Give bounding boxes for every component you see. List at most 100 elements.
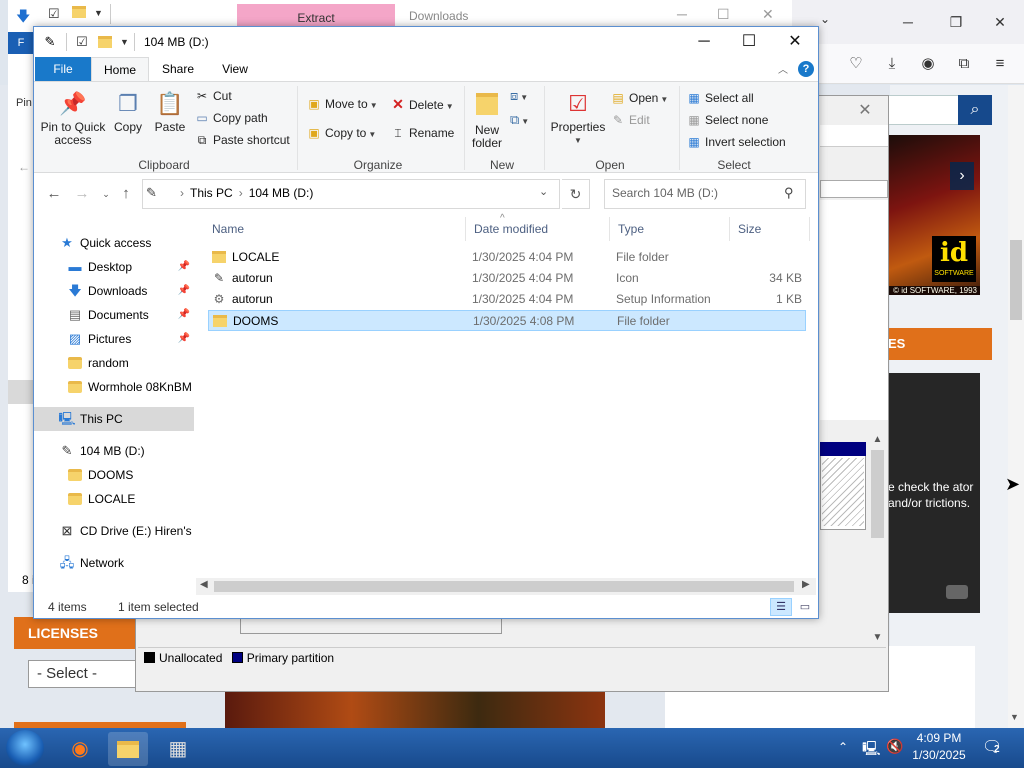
rename-button[interactable]: ⌶ Rename (390, 123, 454, 143)
nav-drive-d[interactable]: ✎ 104 MB (D:) (34, 439, 194, 463)
website-search-button[interactable]: ⌕ (958, 95, 992, 125)
menu-icon[interactable]: ≡ (990, 54, 1010, 74)
scroll-up-icon[interactable]: ▲ (869, 432, 886, 448)
search-icon[interactable]: ⚲ (784, 185, 794, 201)
pin-to-quick-access-button[interactable]: 📌 Pin to Quick access (40, 90, 106, 147)
minimize-button[interactable]: ─ (681, 27, 727, 57)
easy-access-icon[interactable]: ⧉ ▼ (510, 112, 529, 128)
ribbon-collapse-icon[interactable]: ︿ (778, 61, 788, 76)
start-button[interactable] (6, 730, 44, 766)
downloads-pin-label[interactable]: Pin (16, 97, 32, 109)
browser-minimize-button[interactable]: ─ (898, 12, 918, 32)
column-type[interactable]: Type (610, 217, 730, 241)
delete-button[interactable]: ✕ Delete ▼ (390, 94, 453, 114)
firefox-icon[interactable]: ◉ (60, 732, 100, 766)
game-screenshot-image[interactable] (225, 692, 605, 728)
paste-button[interactable]: 📋 Paste (152, 90, 188, 134)
clock-time[interactable]: 4:09 PM (906, 731, 972, 745)
refresh-button[interactable]: ↻ (562, 179, 590, 209)
up-arrow-icon[interactable]: ↑ (116, 184, 136, 204)
column-name[interactable]: Name (204, 217, 466, 241)
edit-button[interactable]: ✎ Edit (610, 110, 650, 130)
copy-to-button[interactable]: ▣ Copy to ▼ (306, 123, 376, 143)
column-size[interactable]: Size (730, 217, 810, 241)
nav-downloads[interactable]: 🡇 Downloads 📌 (34, 279, 194, 303)
pin-icon[interactable]: 📌 (178, 303, 190, 327)
browser-close-button[interactable]: ✕ (990, 12, 1010, 32)
file-row[interactable]: ⚙ autorun 1/30/2025 4:04 PM Setup Inform… (208, 289, 806, 310)
horizontal-scrollbar[interactable]: ◀ ▶ (196, 578, 816, 595)
pin-icon[interactable]: 📌 (178, 327, 190, 351)
network-tray-icon[interactable]: 🖳 (862, 738, 881, 762)
maximize-button[interactable]: ☐ (726, 27, 772, 57)
nav-network[interactable]: 🖧 Network (34, 551, 194, 575)
forward-arrow-icon[interactable]: → (72, 184, 92, 204)
address-dropdown-icon[interactable]: ⌄ (539, 185, 548, 198)
page-scroll-thumb[interactable] (1010, 240, 1022, 320)
clock-date[interactable]: 1/30/2025 (906, 748, 972, 762)
disk-map-scroll-thumb[interactable] (871, 450, 884, 538)
file-explorer-icon[interactable] (108, 732, 148, 766)
scroll-right-icon[interactable]: ▶ (802, 579, 810, 590)
file-row[interactable]: LOCALE 1/30/2025 4:04 PM File folder (208, 247, 806, 268)
details-view-icon[interactable]: ☰ (770, 598, 792, 616)
back-arrow-icon[interactable]: ← (18, 160, 30, 174)
tab-share[interactable]: Share (149, 57, 207, 81)
disk-management-close-icon[interactable]: ✕ (850, 100, 880, 122)
qat-dropdown-icon[interactable]: ▼ (120, 37, 129, 47)
downloads-minimize-icon[interactable]: ─ (677, 6, 687, 22)
nav-quick-access[interactable]: ★ Quick access (34, 231, 194, 255)
copy-button[interactable]: ❐ Copy (110, 90, 146, 134)
paste-shortcut-button[interactable]: ⧉ Paste shortcut (194, 130, 290, 150)
properties-check-icon[interactable]: ☑ (48, 6, 60, 22)
copy-path-button[interactable]: ▭ Copy path (194, 108, 267, 128)
account-icon[interactable]: ◉ (918, 54, 938, 74)
select-all-button[interactable]: ▦ Select all (686, 88, 753, 108)
new-folder-button[interactable]: New folder (468, 90, 506, 150)
extensions-icon[interactable]: ⧉ (954, 54, 974, 74)
tab-list-chevron-icon[interactable]: ⌄ (820, 12, 830, 26)
invert-selection-button[interactable]: ▦ Invert selection (686, 132, 785, 152)
show-hidden-icons-icon[interactable]: ⌃ (838, 740, 848, 754)
move-to-button[interactable]: ▣ Move to ▼ (306, 94, 377, 114)
installer-icon[interactable]: ▦ (158, 732, 198, 766)
scroll-down-icon[interactable]: ▼ (869, 630, 886, 646)
pocket-icon[interactable]: ♡ (846, 54, 866, 74)
downloads-maximize-icon[interactable]: ☐ (717, 6, 730, 23)
nav-desktop[interactable]: ▬ Desktop 📌 (34, 255, 194, 279)
new-folder-icon[interactable] (72, 6, 86, 18)
open-button[interactable]: ▤ Open ▼ (610, 88, 668, 108)
pin-icon[interactable]: 📌 (178, 255, 190, 279)
video-player[interactable]: e check the ator and/or trictions. (888, 373, 980, 613)
youtube-icon[interactable] (946, 585, 968, 599)
help-icon[interactable]: ? (798, 61, 814, 77)
nav-wormhole[interactable]: Wormhole 08KnBM (34, 375, 194, 399)
download-icon[interactable]: ⤓ (882, 54, 902, 74)
close-button[interactable]: ✕ (772, 27, 818, 57)
nav-documents[interactable]: ▤ Documents 📌 (34, 303, 194, 327)
select-none-button[interactable]: ▦ Select none (686, 110, 768, 130)
breadcrumb-this-pc[interactable]: This PC (190, 186, 233, 200)
nav-this-pc[interactable]: 🖳 This PC (34, 407, 194, 431)
nav-random[interactable]: random (34, 351, 194, 375)
page-scroll-down-icon[interactable]: ▼ (1010, 712, 1019, 722)
file-row-selected[interactable]: DOOMS 1/30/2025 4:08 PM File folder (208, 310, 806, 331)
nav-pictures[interactable]: ▨ Pictures 📌 (34, 327, 194, 351)
breadcrumb-drive[interactable]: 104 MB (D:) (249, 186, 314, 200)
tab-view[interactable]: View (207, 57, 263, 81)
qat-dropdown-icon[interactable]: ▼ (94, 8, 103, 18)
tab-file[interactable]: File (35, 57, 91, 81)
carousel-next-button[interactable]: › (950, 162, 974, 190)
large-icons-view-icon[interactable]: ▭ (796, 598, 814, 616)
license-select[interactable]: - Select - (28, 660, 136, 688)
properties-check-icon[interactable]: ☑ (74, 34, 90, 50)
nav-cd-drive[interactable]: ⊠ CD Drive (E:) Hiren's I (34, 519, 194, 543)
downloads-file-tab[interactable]: F (8, 32, 34, 54)
page-scrollbar[interactable] (1008, 85, 1024, 728)
tab-home[interactable]: Home (91, 57, 149, 81)
properties-button[interactable]: ☑ Properties ▼ (548, 90, 608, 147)
cut-button[interactable]: ✂ Cut (194, 86, 232, 106)
scroll-left-icon[interactable]: ◀ (200, 579, 208, 590)
back-arrow-icon[interactable]: ← (44, 184, 64, 204)
horizontal-scroll-thumb[interactable] (214, 581, 794, 592)
